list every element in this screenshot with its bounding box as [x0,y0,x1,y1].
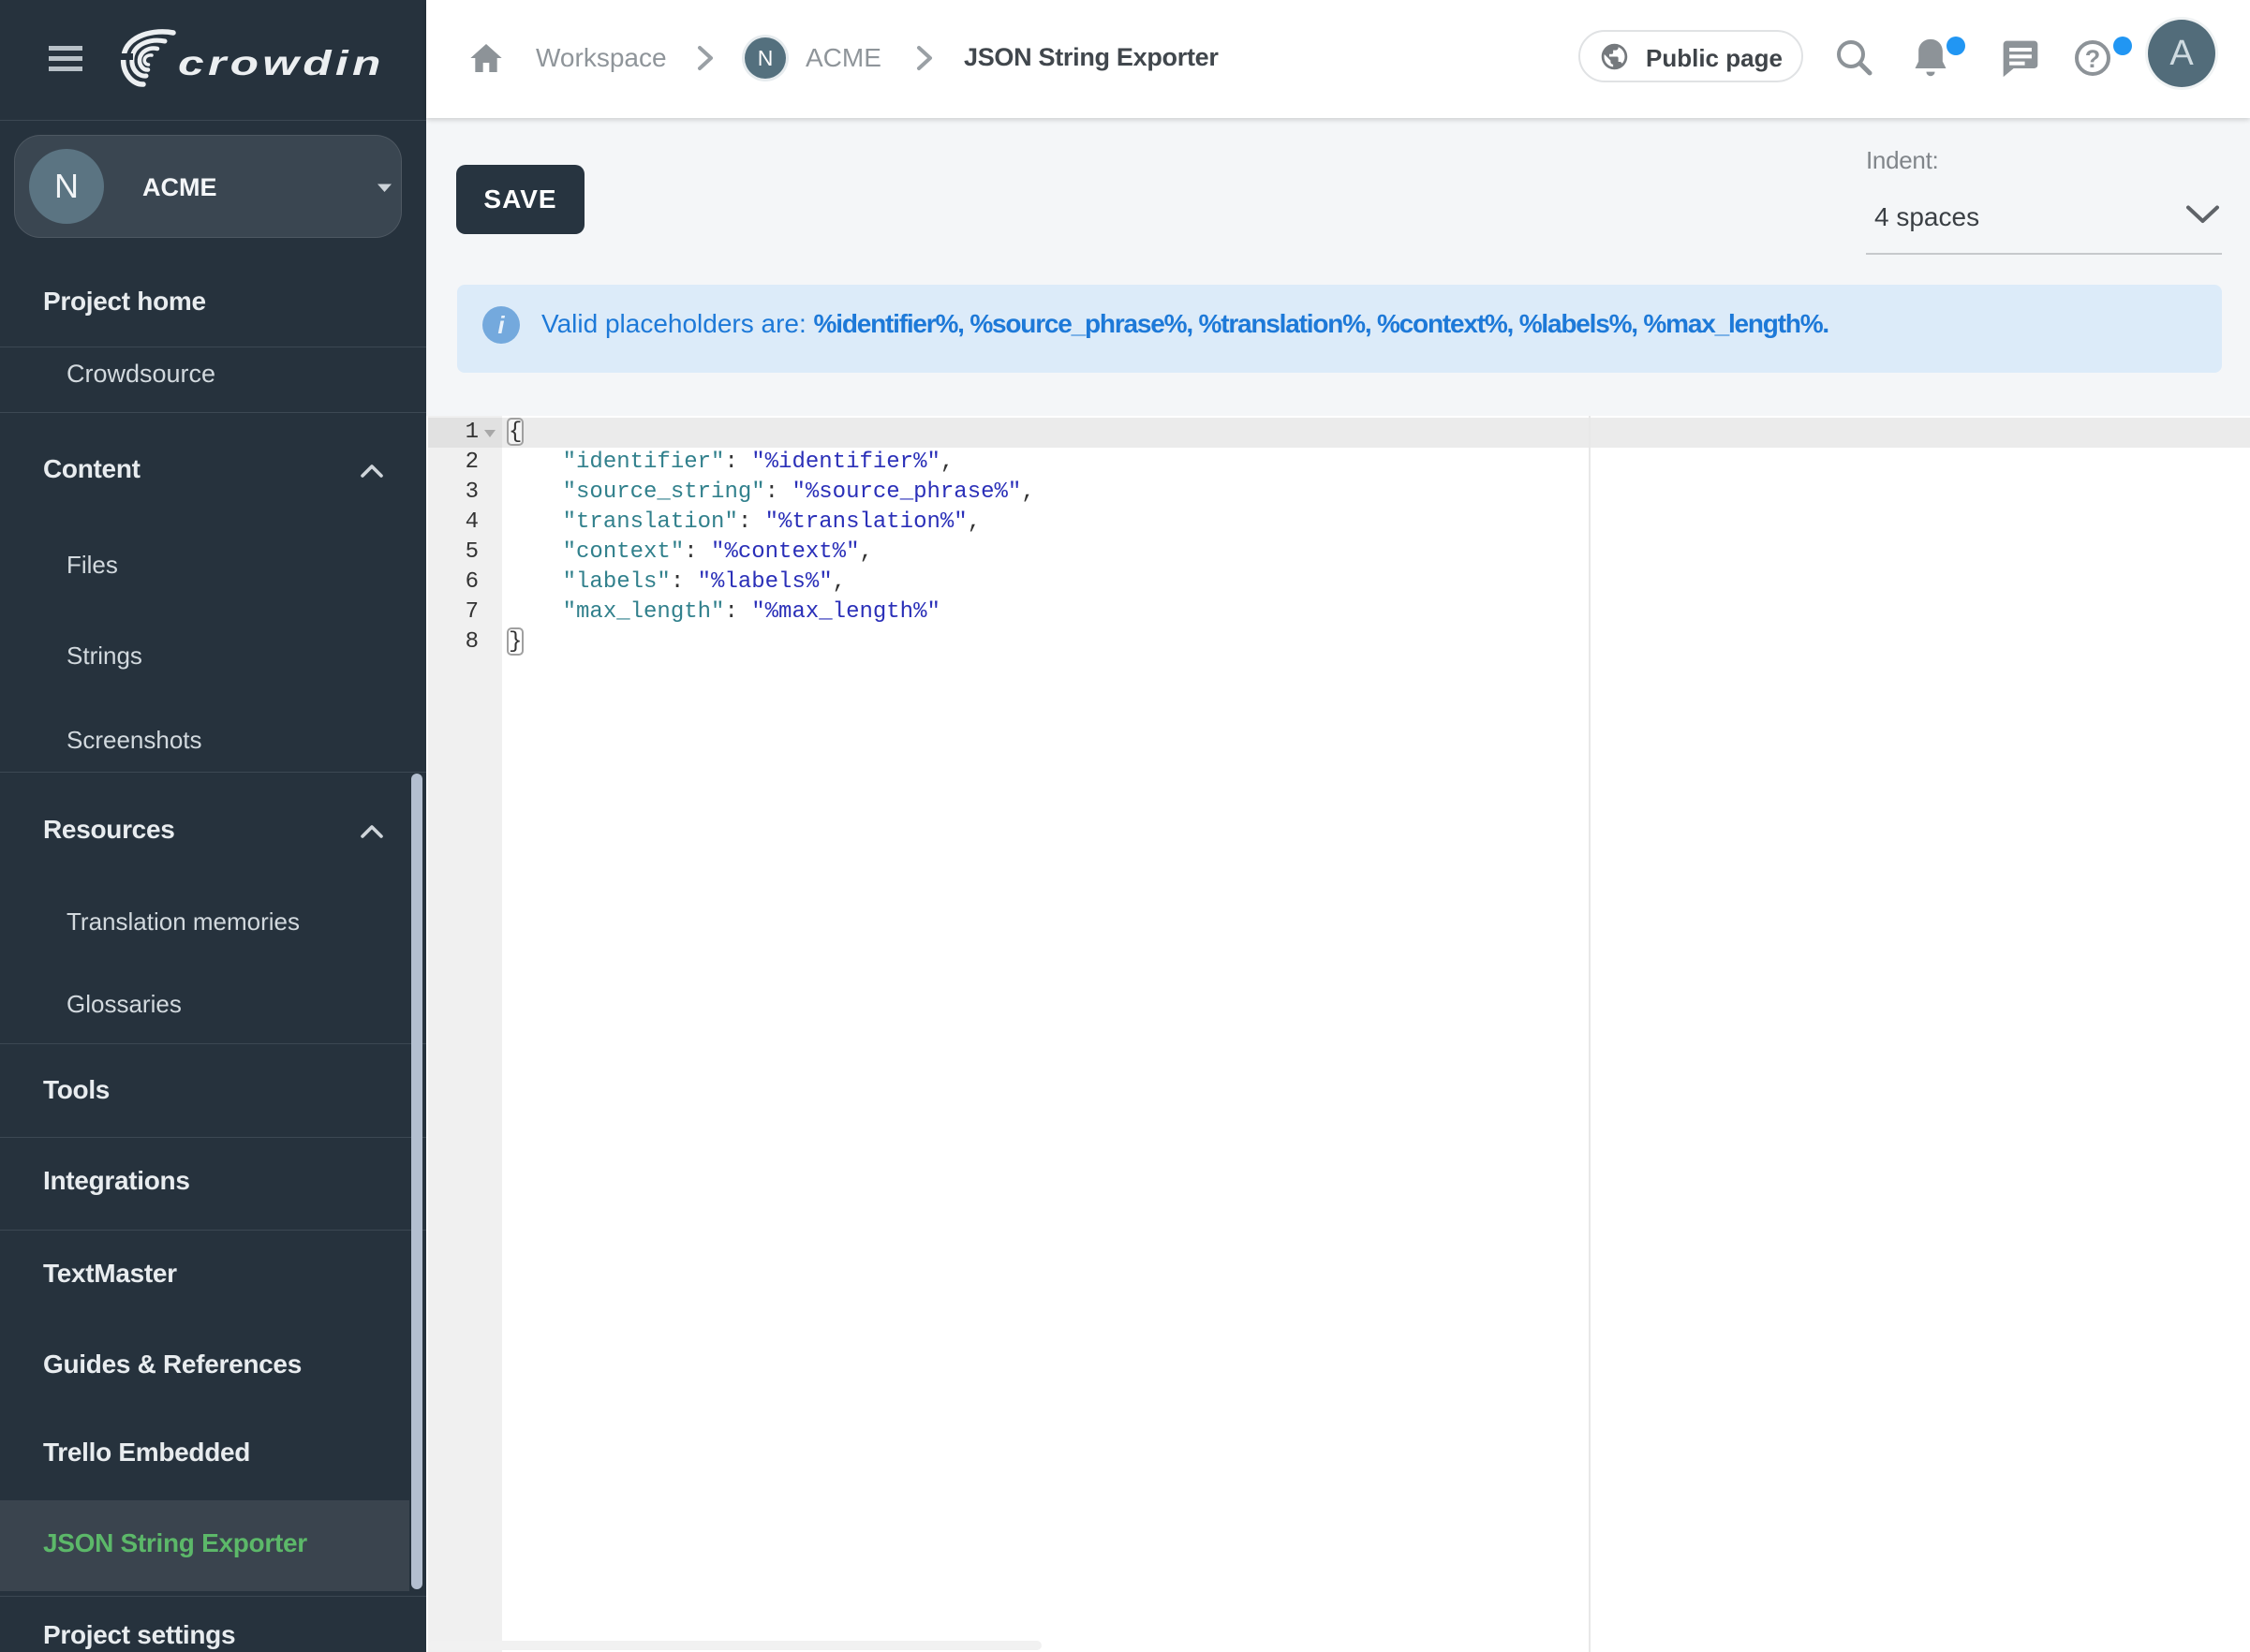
svg-text:?: ? [2085,45,2101,73]
